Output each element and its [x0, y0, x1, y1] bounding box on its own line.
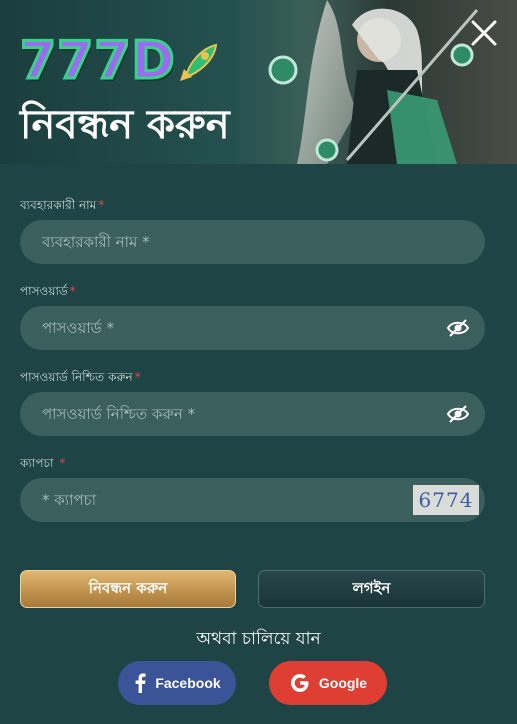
password-label: পাসওয়ার্ড * — [20, 284, 76, 298]
password-input[interactable] — [20, 306, 485, 350]
username-field-wrapper — [20, 220, 485, 264]
captcha-code: 6774 — [418, 488, 474, 512]
required-mark: * — [69, 284, 76, 298]
google-icon — [290, 674, 309, 692]
hero-character-illustration — [268, 0, 479, 164]
captcha-image[interactable]: 6774 — [413, 485, 479, 515]
page-title: নিবন্ধন করুন — [20, 102, 230, 148]
captcha-field-wrapper: 6774 — [20, 478, 485, 522]
login-button[interactable]: লগইন — [258, 570, 485, 608]
required-mark: * — [98, 198, 105, 212]
brand-logo: 777D — [19, 31, 222, 91]
logo-text: 777D — [19, 31, 177, 91]
close-icon[interactable] — [469, 18, 499, 48]
username-input[interactable] — [20, 220, 485, 264]
confirm-password-input[interactable] — [20, 392, 485, 436]
confirm-password-field-wrapper — [20, 392, 485, 436]
confirm-password-label: পাসওয়ার্ড নিশ্চিত করুন * — [20, 370, 141, 384]
required-mark: * — [59, 456, 66, 470]
username-label: ব্যবহারকারী নাম * — [20, 198, 105, 212]
social-divider-text: অথবা চালিয়ে যান — [196, 629, 321, 649]
register-button[interactable]: নিবন্ধন করুন — [20, 570, 236, 608]
facebook-icon — [135, 673, 146, 693]
header-banner: 777D নিবন্ধন করুন — [0, 0, 517, 164]
form-actions: নিবন্ধন করুন লগইন — [20, 570, 485, 608]
required-mark: * — [134, 370, 141, 384]
facebook-login-button[interactable]: Facebook — [118, 661, 236, 705]
google-login-button[interactable]: Google — [269, 661, 387, 705]
password-field-wrapper — [20, 306, 485, 350]
eye-off-icon[interactable] — [447, 318, 469, 338]
registration-form: ব্যবহারকারী নাম* পাসওয়ার্ড* পাসওয়ার্ড … — [20, 196, 485, 522]
rocket-icon — [179, 43, 217, 81]
eye-off-icon[interactable] — [447, 404, 469, 424]
facebook-label: Facebook — [155, 675, 221, 691]
captcha-label: ক্যাপচা * — [20, 456, 66, 470]
google-label: Google — [318, 675, 368, 691]
